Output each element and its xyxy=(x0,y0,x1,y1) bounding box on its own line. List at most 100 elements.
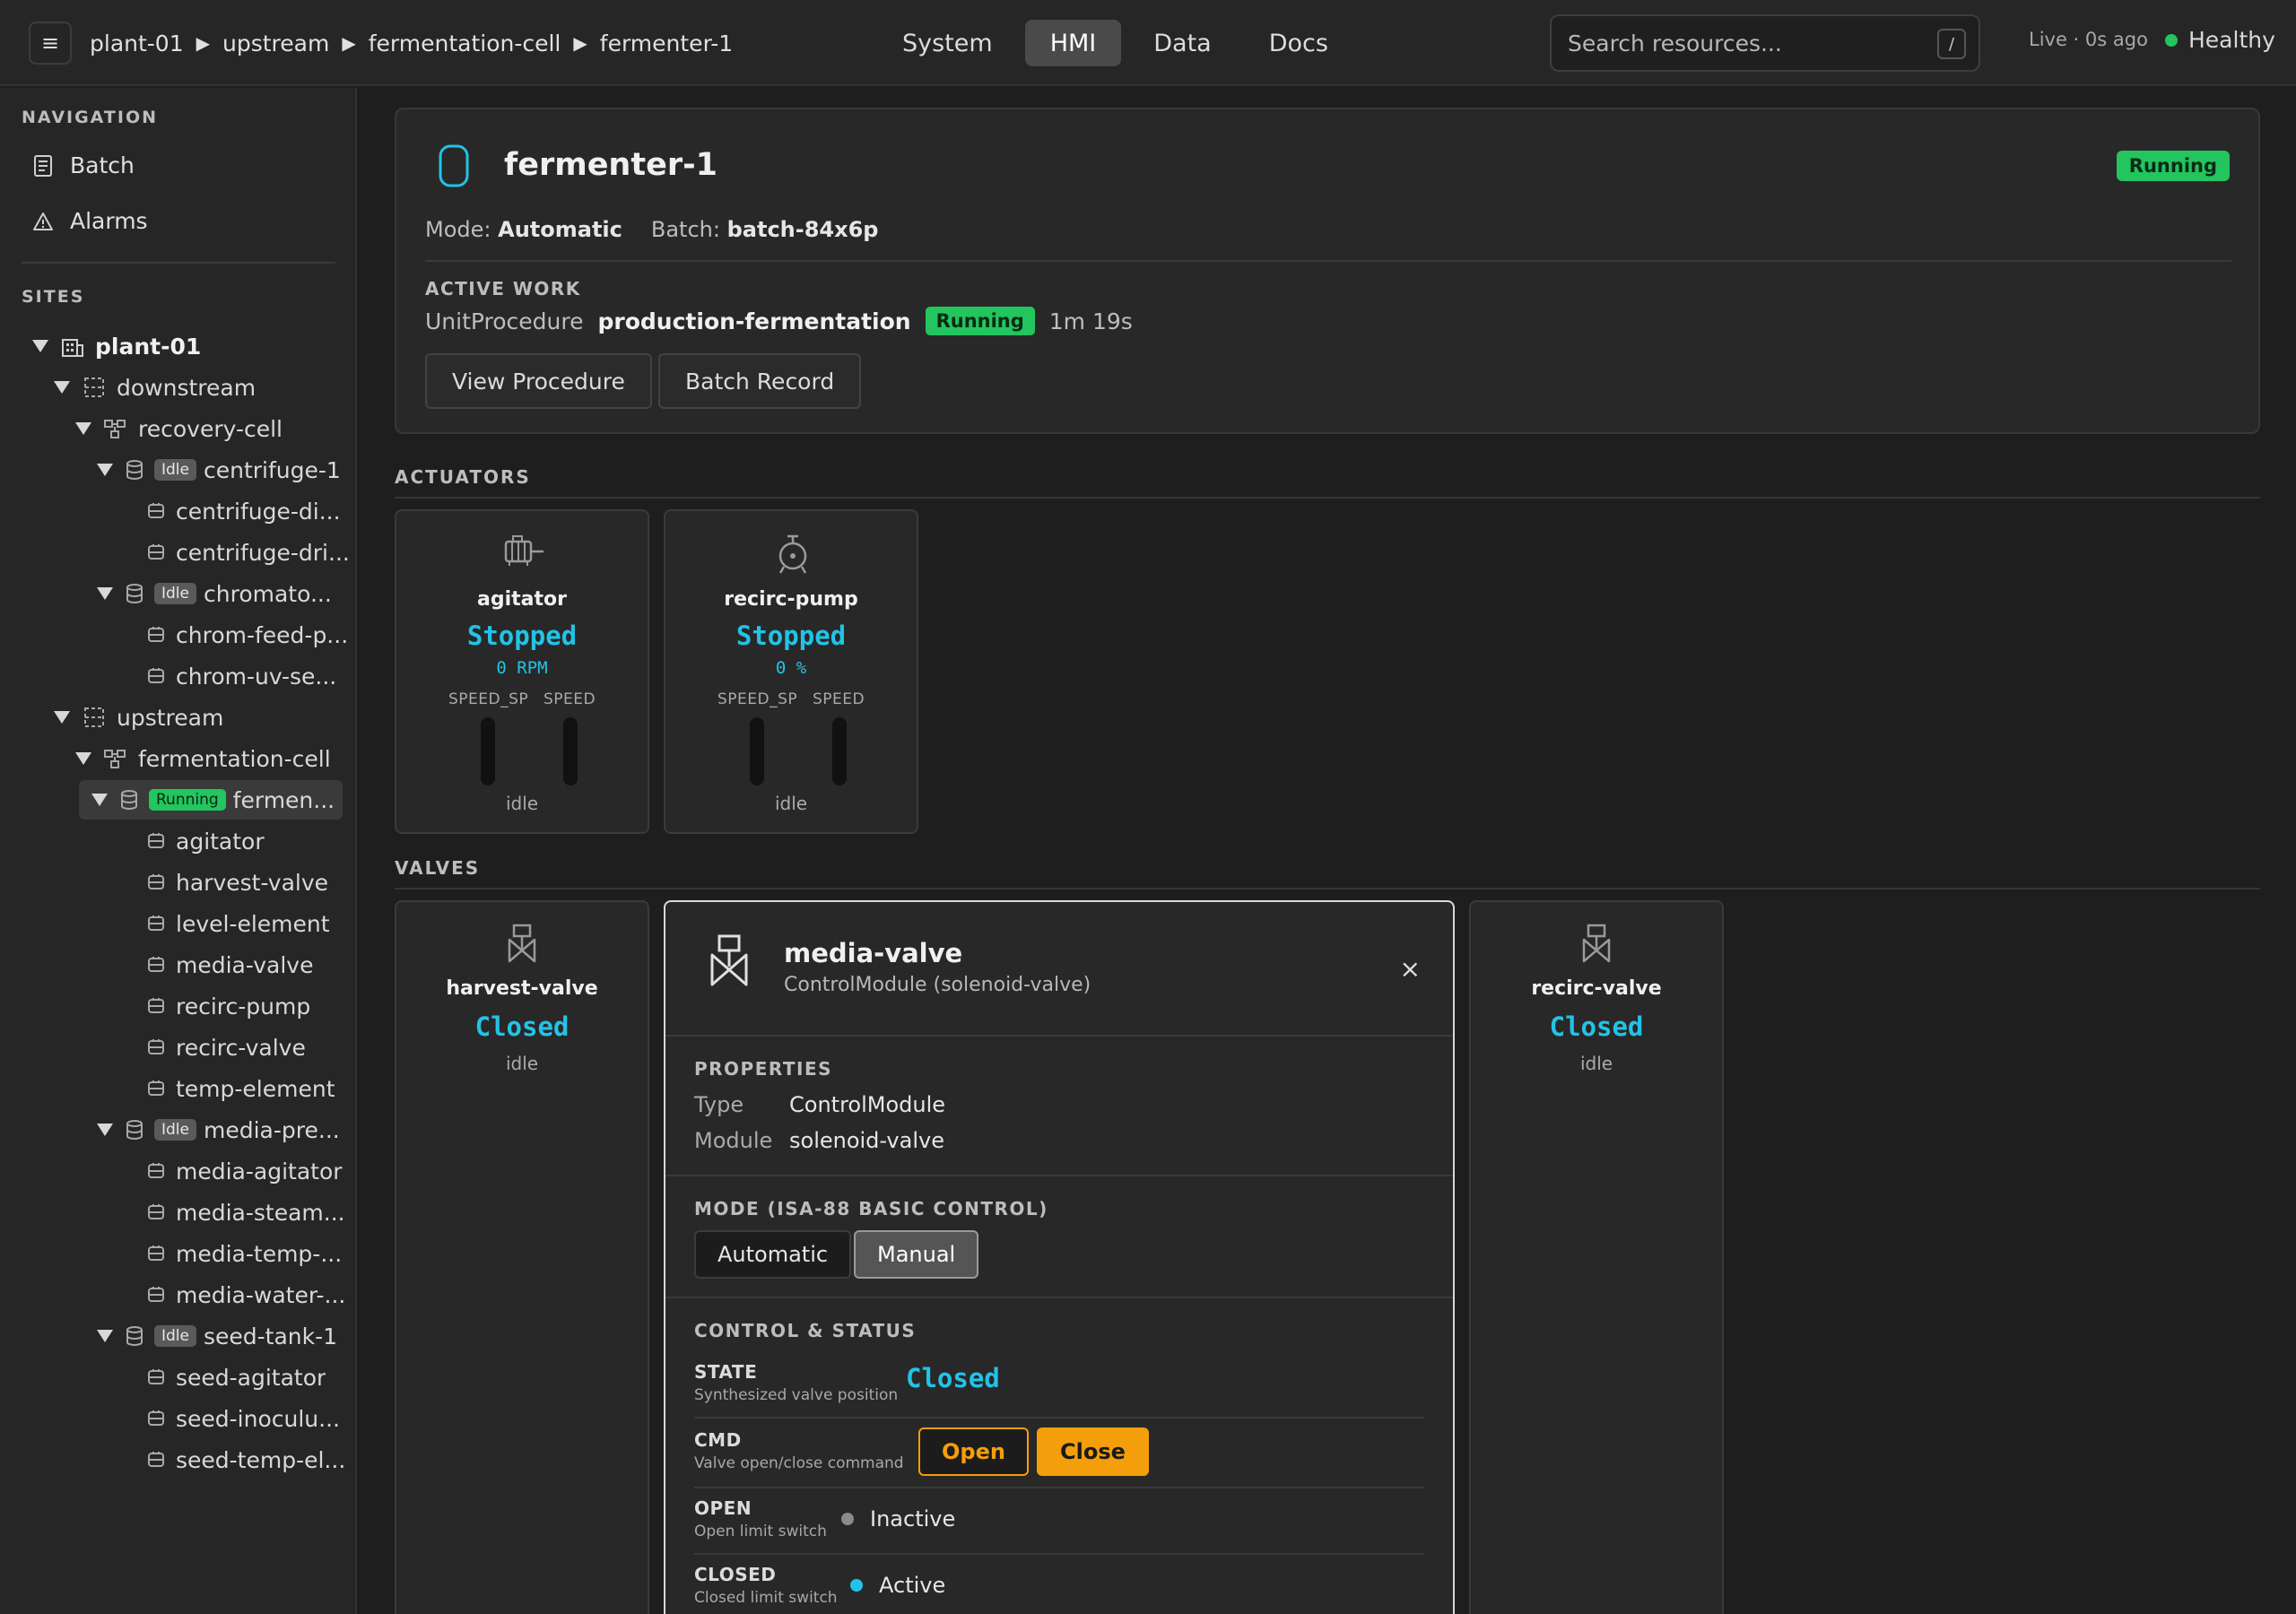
tree-item-module[interactable]: chrom-uv-se... xyxy=(147,656,336,696)
tree-item-area[interactable]: upstream xyxy=(54,698,223,737)
divider xyxy=(694,1487,1424,1488)
open-button[interactable]: Open xyxy=(918,1427,1029,1476)
search-input[interactable] xyxy=(1568,25,1909,61)
valve-card-harvest-valve[interactable]: harvest-valve Closed idle xyxy=(395,900,649,1614)
open-indicator: Inactive xyxy=(841,1506,955,1532)
caret-down-icon[interactable] xyxy=(54,711,70,724)
tree-item-label: chrom-uv-se... xyxy=(176,663,337,690)
tree-item-module[interactable]: chrom-feed-p... xyxy=(147,615,348,655)
close-button[interactable]: Close xyxy=(1037,1427,1149,1476)
breadcrumb-item[interactable]: upstream xyxy=(222,30,329,56)
tree-item-label: harvest-valve xyxy=(176,869,329,896)
tree-item-module[interactable]: harvest-valve xyxy=(147,863,328,902)
breadcrumb-item[interactable]: fermentation-cell xyxy=(369,30,561,56)
tree-item-module[interactable]: media-agitator xyxy=(147,1151,343,1191)
tree-item-unit[interactable]: Idle centrifuge-1 xyxy=(97,450,341,490)
active-dot-icon xyxy=(850,1579,863,1592)
valve-card-recirc-valve[interactable]: recirc-valve Closed idle xyxy=(1469,900,1724,1614)
actuator-value: 0 RPM xyxy=(496,658,548,678)
hamburger-icon: ≡ xyxy=(40,30,60,56)
mode-label: Mode: xyxy=(425,217,491,242)
mode-automatic-button[interactable]: Automatic xyxy=(694,1230,852,1279)
tab-hmi[interactable]: HMI xyxy=(1024,20,1122,66)
breadcrumb-item[interactable]: plant-01 xyxy=(90,30,184,56)
bar-label: SPEED xyxy=(813,690,865,708)
menu-button[interactable]: ≡ xyxy=(29,22,72,65)
document-icon xyxy=(34,154,52,177)
caret-down-icon[interactable] xyxy=(54,381,70,394)
closed-indicator: Active xyxy=(850,1573,945,1598)
tree-item-module[interactable]: centrifuge-di... xyxy=(147,491,341,531)
tree-item-module[interactable]: level-element xyxy=(147,904,330,943)
tree-item-module[interactable]: media-steam... xyxy=(147,1193,345,1232)
tab-system[interactable]: System xyxy=(877,20,1018,66)
sidebar-item-batch[interactable]: Batch xyxy=(32,152,135,178)
sidebar-item-label: Batch xyxy=(70,152,135,178)
tree-item-module[interactable]: seed-agitator xyxy=(147,1358,326,1397)
speed-bar xyxy=(563,717,578,785)
caret-down-icon[interactable] xyxy=(97,1124,113,1136)
module-icon xyxy=(147,543,165,561)
caret-down-icon[interactable] xyxy=(91,794,108,806)
actuator-name: recirc-pump xyxy=(724,588,858,611)
tree-item-cell[interactable]: recovery-cell xyxy=(75,409,283,448)
tree-item-unit[interactable]: Idle seed-tank-1 xyxy=(97,1316,337,1356)
caret-down-icon[interactable] xyxy=(97,464,113,476)
module-icon xyxy=(147,1203,165,1221)
caret-down-icon[interactable] xyxy=(75,752,91,765)
tree-item-module[interactable]: centrifuge-dri... xyxy=(147,533,350,572)
tree-item-module[interactable]: media-valve xyxy=(147,945,313,985)
tree-item-label: plant-01 xyxy=(95,333,202,360)
cell-icon xyxy=(104,749,127,768)
mode-manual-button[interactable]: Manual xyxy=(854,1230,979,1279)
tree-item-module[interactable]: media-water-... xyxy=(147,1275,345,1315)
tree-item-cell[interactable]: fermentation-cell xyxy=(75,739,331,778)
status-badge: Idle xyxy=(154,1325,196,1347)
tab-data[interactable]: Data xyxy=(1128,20,1236,66)
bar-label: SPEED xyxy=(544,690,596,708)
caret-down-icon[interactable] xyxy=(97,1330,113,1342)
close-icon[interactable]: × xyxy=(1400,954,1421,984)
tree-item-module[interactable]: seed-temp-el... xyxy=(147,1440,345,1480)
divider xyxy=(665,1297,1453,1298)
tree-item-module[interactable]: seed-inoculu... xyxy=(147,1399,340,1438)
sidebar-item-alarms[interactable]: Alarms xyxy=(32,208,148,234)
properties-heading: PROPERTIES xyxy=(694,1058,833,1080)
search-shortcut-key: / xyxy=(1937,29,1966,59)
tree-item-module[interactable]: media-temp-... xyxy=(147,1234,342,1273)
procedure-status-badge: Running xyxy=(925,307,1035,335)
caret-down-icon[interactable] xyxy=(32,340,48,352)
tree-item-label: agitator xyxy=(176,828,265,855)
caret-down-icon[interactable] xyxy=(75,422,91,435)
tree-item-module[interactable]: recirc-valve xyxy=(147,1028,306,1067)
tab-docs[interactable]: Docs xyxy=(1244,20,1353,66)
caret-down-icon[interactable] xyxy=(97,587,113,600)
view-procedure-button[interactable]: View Procedure xyxy=(425,353,652,409)
detail-title: media-valve xyxy=(784,938,963,968)
tree-item-unit[interactable]: Running fermen... xyxy=(79,780,343,820)
health-label: Healthy xyxy=(2188,27,2275,53)
breadcrumb-item-current[interactable]: fermenter-1 xyxy=(600,30,733,56)
valve-state: Closed xyxy=(1549,1011,1644,1042)
actuator-card-agitator[interactable]: agitator Stopped 0 RPM SPEED_SP SPEED id… xyxy=(395,509,649,834)
speed-setpoint-bar xyxy=(750,717,764,785)
tree-item-label: fermentation-cell xyxy=(138,745,331,772)
inactive-dot-icon xyxy=(841,1513,854,1525)
tree-item-unit[interactable]: Idle media-pre... xyxy=(97,1110,340,1150)
divider xyxy=(395,497,2260,499)
module-icon xyxy=(147,1080,165,1098)
actuator-card-recirc-pump[interactable]: recirc-pump Stopped 0 % SPEED_SP SPEED i… xyxy=(664,509,918,834)
status-badge: Idle xyxy=(154,459,196,481)
tree-item-module[interactable]: temp-element xyxy=(147,1069,335,1108)
valve-icon xyxy=(1582,924,1611,963)
batch-label: Batch: xyxy=(650,217,720,242)
tree-item-site[interactable]: plant-01 xyxy=(32,326,201,366)
tree-item-module[interactable]: recirc-pump xyxy=(147,986,310,1026)
actuator-value: 0 % xyxy=(775,658,807,678)
tree-item-unit[interactable]: Idle chromato... xyxy=(97,574,332,613)
tree-item-module[interactable]: agitator xyxy=(147,821,265,861)
open-value: Inactive xyxy=(870,1506,956,1532)
tree-item-area[interactable]: downstream xyxy=(54,368,256,407)
sidebar-divider xyxy=(22,262,335,264)
batch-record-button[interactable]: Batch Record xyxy=(658,353,862,409)
